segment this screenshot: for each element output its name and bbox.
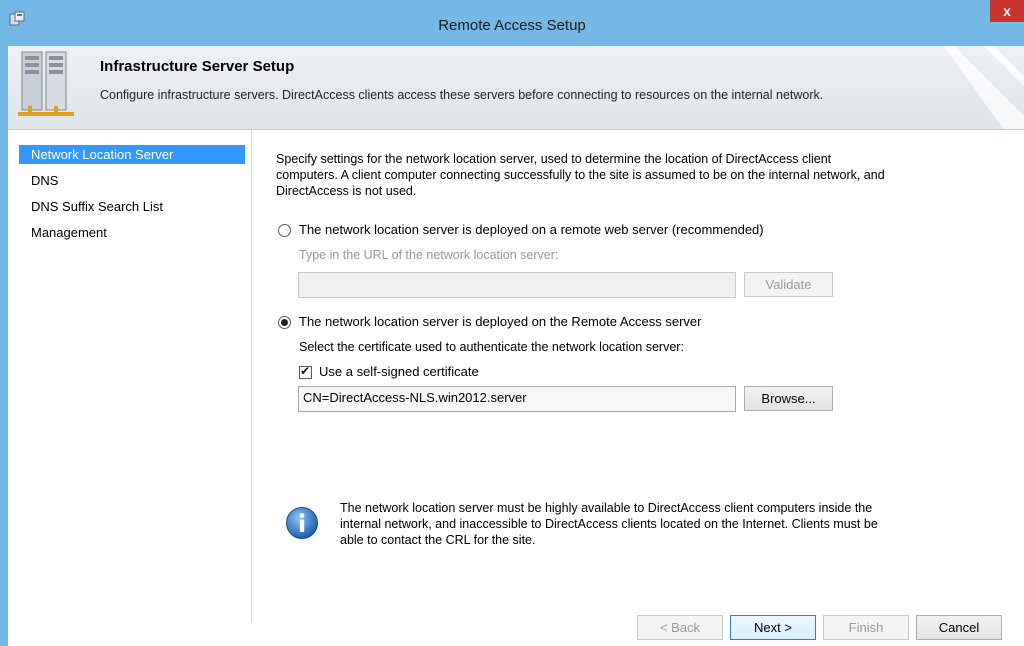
nav-item-management[interactable]: Management: [19, 223, 245, 242]
wizard-step-list: Network Location Server DNS DNS Suffix S…: [8, 130, 252, 622]
nav-item-dns-suffix-search-list[interactable]: DNS Suffix Search List: [19, 197, 245, 216]
info-icon: [286, 507, 318, 539]
banner-decoration: [944, 46, 1024, 129]
intro-text: Specify settings for the network locatio…: [276, 152, 885, 198]
nav-item-network-location-server[interactable]: Network Location Server: [19, 145, 245, 164]
url-prompt-label: Type in the URL of the network location …: [299, 248, 559, 262]
validate-button[interactable]: Validate: [744, 272, 833, 297]
server-icon: [18, 51, 74, 116]
remote-server-option-label[interactable]: The network location server is deployed …: [299, 222, 764, 237]
nav-item-dns[interactable]: DNS: [19, 171, 245, 190]
remote-server-radio[interactable]: [278, 224, 291, 237]
window-title: Remote Access Setup: [438, 17, 586, 34]
local-server-option-label[interactable]: The network location server is deployed …: [299, 314, 701, 329]
wizard-banner: Infrastructure Server Setup Configure in…: [8, 46, 1024, 130]
info-message: The network location server must be high…: [340, 501, 878, 547]
cert-prompt-label: Select the certificate used to authentic…: [299, 340, 684, 354]
next-button[interactable]: Next >: [730, 615, 816, 640]
browse-button[interactable]: Browse...: [744, 386, 833, 411]
url-input[interactable]: [298, 272, 736, 298]
title-bar: Remote Access Setup x: [0, 0, 1024, 46]
wizard-content: Specify settings for the network locatio…: [253, 130, 1024, 622]
finish-button[interactable]: Finish: [823, 615, 909, 640]
self-signed-checkbox[interactable]: [299, 364, 312, 379]
page-heading: Infrastructure Server Setup: [100, 58, 295, 75]
close-button[interactable]: x: [990, 0, 1024, 22]
window-border: [0, 46, 8, 646]
back-button[interactable]: < Back: [637, 615, 723, 640]
cancel-button[interactable]: Cancel: [916, 615, 1002, 640]
page-description: Configure infrastructure servers. Direct…: [100, 88, 824, 102]
certificate-field[interactable]: CN=DirectAccess-NLS.win2012.server: [298, 386, 736, 412]
local-server-radio[interactable]: [278, 316, 291, 329]
self-signed-label[interactable]: Use a self-signed certificate: [319, 364, 479, 379]
